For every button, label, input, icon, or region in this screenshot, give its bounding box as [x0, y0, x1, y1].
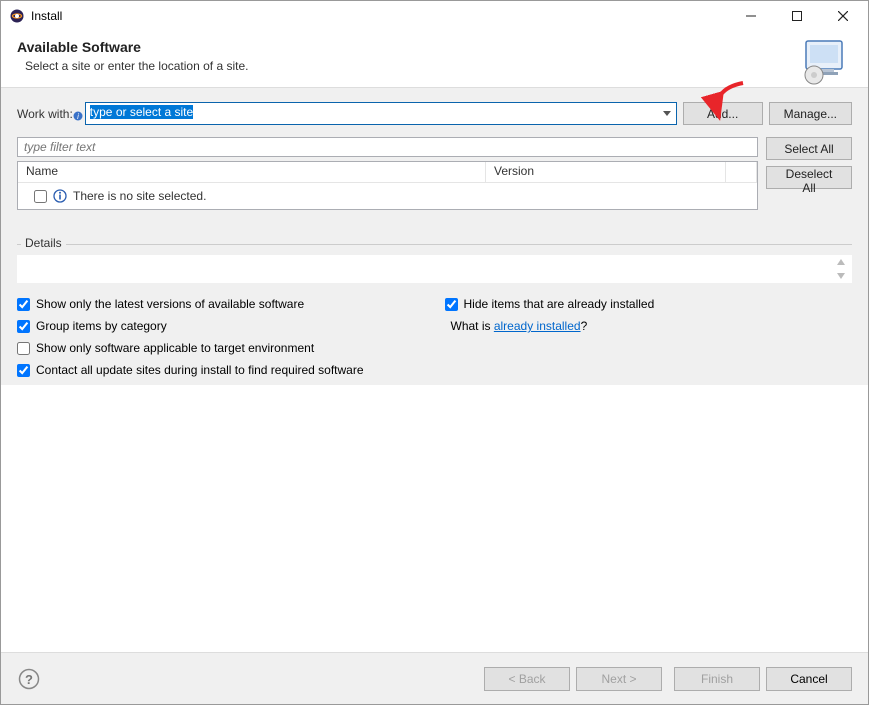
tree-body: There is no site selected.	[18, 183, 757, 209]
group-by-category-checkbox[interactable]: Group items by category	[17, 319, 425, 333]
install-banner-icon	[800, 37, 848, 85]
details-group: Details	[17, 244, 852, 283]
help-icon: ?	[18, 668, 40, 690]
deselect-all-button[interactable]: Deselect All	[766, 166, 852, 189]
page-subtitle: Select a site or enter the location of a…	[25, 59, 852, 73]
filter-input[interactable]	[17, 137, 758, 157]
show-latest-checkbox[interactable]: Show only the latest versions of availab…	[17, 297, 425, 311]
back-button[interactable]: < Back	[484, 667, 570, 691]
chevron-down-icon[interactable]	[658, 103, 676, 124]
column-spacer	[726, 162, 757, 182]
select-all-button[interactable]: Select All	[766, 137, 852, 160]
manage-button[interactable]: Manage...	[769, 102, 852, 125]
add-button[interactable]: Add...	[683, 102, 763, 125]
already-installed-row: What is already installed?	[445, 319, 853, 333]
work-with-row: Work with: i type or select a site Add..…	[17, 102, 852, 125]
tree-row: There is no site selected.	[18, 187, 757, 205]
svg-text:?: ?	[25, 672, 33, 687]
contact-all-checkbox[interactable]: Contact all update sites during install …	[17, 363, 852, 377]
details-scrollbar[interactable]	[836, 258, 850, 280]
tree-row-checkbox[interactable]	[34, 190, 47, 203]
cancel-button[interactable]: Cancel	[766, 667, 852, 691]
show-applicable-checkbox[interactable]: Show only software applicable to target …	[17, 341, 425, 355]
window-title: Install	[31, 9, 728, 23]
window-controls	[728, 1, 866, 31]
button-bar: ? < Back Next > Finish Cancel	[1, 652, 868, 704]
tree-empty-message: There is no site selected.	[73, 189, 206, 203]
work-with-label: Work with:	[17, 107, 73, 121]
already-installed-link[interactable]: already installed	[494, 319, 581, 333]
scroll-down-icon[interactable]	[836, 272, 846, 280]
selection-buttons: Select All Deselect All	[766, 137, 852, 189]
hide-installed-checkbox[interactable]: Hide items that are already installed	[445, 297, 853, 311]
minimize-button[interactable]	[728, 1, 774, 31]
work-with-input[interactable]: type or select a site	[86, 103, 658, 124]
work-with-combo[interactable]: type or select a site	[85, 102, 677, 125]
main-content: Work with: i type or select a site Add..…	[1, 88, 868, 385]
titlebar: Install	[1, 1, 868, 31]
details-legend: Details	[21, 236, 66, 250]
next-button[interactable]: Next >	[576, 667, 662, 691]
details-text[interactable]	[17, 255, 852, 283]
close-button[interactable]	[820, 1, 866, 31]
info-icon	[53, 189, 67, 203]
options-grid: Show only the latest versions of availab…	[17, 297, 852, 377]
svg-text:i: i	[77, 112, 79, 121]
tree-header: Name Version	[18, 162, 757, 183]
help-button[interactable]: ?	[17, 667, 41, 691]
column-version[interactable]: Version	[486, 162, 726, 182]
page-title: Available Software	[17, 39, 852, 55]
column-name[interactable]: Name	[18, 162, 486, 182]
software-tree[interactable]: Name Version There is no site selected.	[17, 161, 758, 210]
eclipse-icon	[9, 8, 25, 24]
maximize-button[interactable]	[774, 1, 820, 31]
filter-row: Name Version There is no site selected. …	[17, 137, 852, 210]
scroll-up-icon[interactable]	[836, 258, 846, 266]
wizard-header: Available Software Select a site or ente…	[1, 31, 868, 88]
info-decorator-icon: i	[73, 108, 83, 118]
finish-button[interactable]: Finish	[674, 667, 760, 691]
